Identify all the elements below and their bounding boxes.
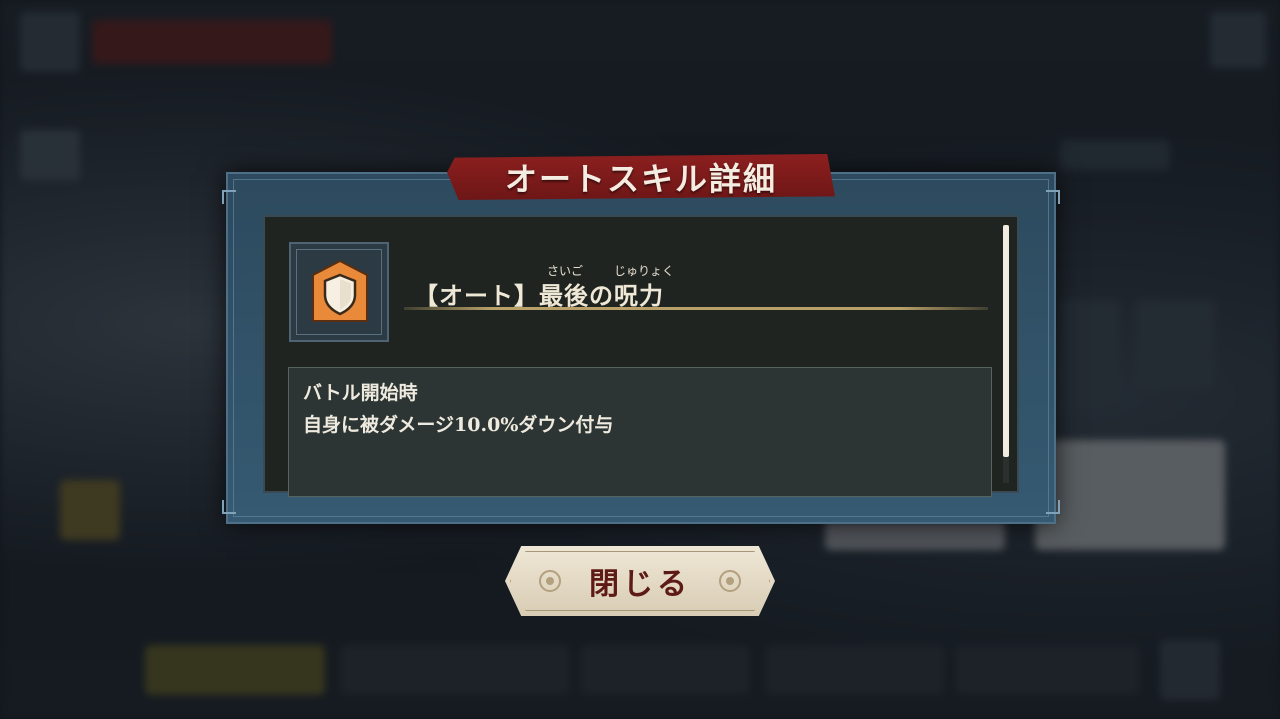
scrollbar-thumb[interactable] bbox=[1003, 225, 1009, 457]
dialog-title-banner: オートスキル詳細 bbox=[447, 154, 835, 200]
skill-name-divider bbox=[404, 307, 988, 310]
button-ornament-icon bbox=[539, 570, 561, 592]
frame-corner-ornament bbox=[222, 500, 236, 514]
description-line: バトル開始時 bbox=[303, 382, 418, 404]
close-button[interactable]: 閉じる bbox=[505, 546, 775, 616]
dialog-scrollbar[interactable] bbox=[1003, 225, 1009, 483]
skill-description-box: バトル開始時 自身に被ダメージ10.0%ダウン付与 bbox=[288, 367, 992, 497]
dialog-title: オートスキル詳細 bbox=[504, 160, 777, 198]
skill-name: 【オート】最後の呪力 bbox=[414, 281, 664, 310]
frame-corner-ornament bbox=[222, 190, 236, 204]
frame-corner-ornament bbox=[1046, 500, 1060, 514]
frame-corner-ornament bbox=[1046, 190, 1060, 204]
button-ornament-icon bbox=[719, 570, 741, 592]
close-button-label: 閉じる bbox=[589, 567, 691, 602]
description-line: 自身に被ダメージ10.0%ダウン付与 bbox=[303, 414, 614, 436]
shield-icon bbox=[312, 259, 368, 322]
